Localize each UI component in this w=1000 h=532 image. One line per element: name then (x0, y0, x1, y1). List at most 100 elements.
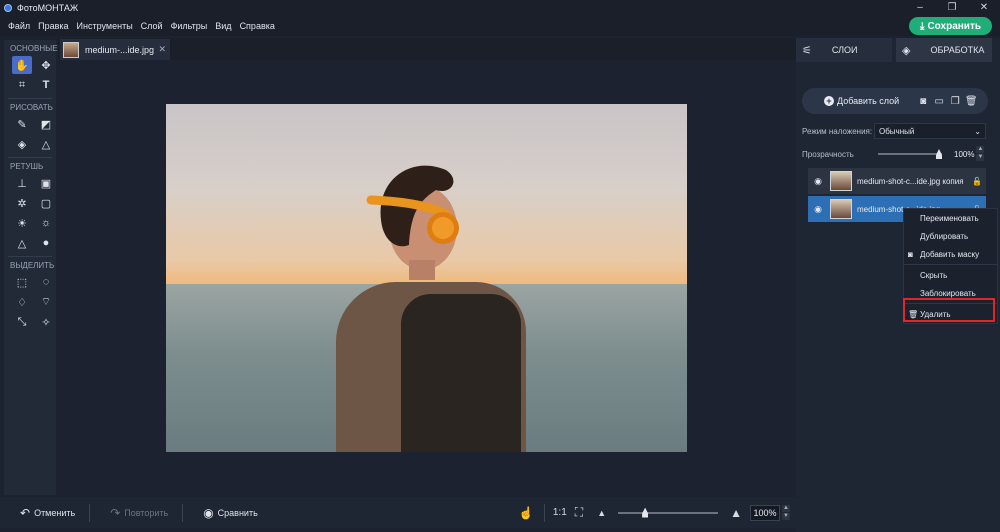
folder-icon[interactable]: ▭ (931, 96, 947, 107)
menu-item-add-mask[interactable]: ◙ Добавить маску (904, 245, 997, 263)
layer-thumbnail (830, 199, 852, 219)
zoom-out-icon[interactable]: ▲ (597, 508, 606, 518)
zoom-in-icon[interactable]: ▲ (730, 506, 742, 520)
tab-processing-label: ОБРАБОТКА (930, 45, 985, 55)
heal-icon[interactable]: ✲ (12, 194, 32, 212)
fit-screen-icon[interactable]: ⛶ (575, 505, 583, 520)
sharpen-icon[interactable]: △ (12, 234, 32, 252)
tab-close-icon[interactable]: ✕ (158, 44, 166, 55)
menu-tools[interactable]: Инструменты (77, 21, 133, 31)
menu-filters[interactable]: Фильтры (171, 21, 208, 31)
layer-name: medium-shot-c...ide.jpg копия (857, 176, 963, 186)
tool-section-title: ОСНОВНЫЕ (10, 44, 58, 53)
opacity-row: Прозрачность 100% ▲ ▼ (802, 146, 994, 162)
zoom-controls: ☝ 1:1 ⛶ ▲ ▲ 100% ▲ ▼ (519, 497, 790, 528)
hand-icon[interactable]: ✋ (12, 56, 32, 74)
redo-label: Повторить (124, 507, 169, 518)
blend-mode-row: Режим наложения: Обычный ⌄ (802, 123, 994, 139)
add-layer-button[interactable]: + Добавить слой (824, 96, 899, 106)
divider (904, 264, 997, 265)
lasso-icon[interactable]: ♢ (12, 293, 32, 311)
undo-label: Отменить (34, 507, 76, 518)
divider (182, 503, 184, 522)
divider (8, 98, 52, 99)
eye-icon[interactable]: ◉ (810, 176, 826, 187)
menu-layer[interactable]: Слой (141, 21, 163, 31)
document-tab-name: medium-...ide.jpg (85, 44, 155, 55)
menu-edit[interactable]: Правка (38, 21, 68, 31)
sun-icon[interactable]: ☀ (12, 214, 32, 232)
crop-icon[interactable]: ⌗ (12, 76, 32, 94)
compare-label: Сравнить (217, 507, 258, 518)
move-icon[interactable]: ✥ (36, 56, 56, 74)
opacity-label: Прозрачность (802, 149, 854, 159)
zoom-spinner[interactable]: ▲ ▼ (782, 504, 790, 521)
close-icon[interactable]: ✕ (968, 0, 1000, 16)
ellipse-select-icon[interactable]: ◌ (36, 273, 56, 291)
image-person-head (366, 165, 459, 280)
window-controls: – ❐ ✕ (904, 0, 1000, 16)
brush-icon[interactable]: ✎ (12, 115, 32, 133)
mask-icon[interactable]: ◙ (915, 96, 931, 107)
text-icon[interactable]: T (36, 76, 56, 94)
layer-item[interactable]: ◉ medium-shot-c...ide.jpg копия 🔓 (808, 168, 986, 194)
undo-button[interactable]: ↶ Отменить (20, 506, 75, 520)
opacity-slider-knob[interactable] (936, 149, 942, 159)
brightness-icon[interactable]: ☼ (36, 214, 56, 232)
app-logo-icon (4, 4, 12, 12)
drop-icon[interactable]: ● (36, 234, 56, 252)
tab-processing[interactable]: ◈ ОБРАБОТКА (896, 38, 992, 62)
tool-section-title: РЕТУШЬ (10, 162, 44, 171)
app-title: ФотоМОНТАЖ (17, 3, 79, 13)
menu-help[interactable]: Справка (240, 21, 275, 31)
mask-icon: ◙ (908, 249, 913, 259)
fill-icon[interactable]: ◈ (12, 135, 32, 153)
title-bar: ФотоМОНТАЖ – ❐ ✕ (0, 0, 1000, 16)
stamp-icon[interactable]: ⊥ (12, 174, 32, 192)
blend-mode-value: Обычный (879, 126, 915, 136)
shapes-icon[interactable]: △ (36, 135, 56, 153)
zoom-field[interactable]: 100% (750, 504, 780, 521)
divider (8, 256, 52, 257)
layer-thumbnail (830, 171, 852, 191)
eraser-icon[interactable]: ◩ (36, 115, 56, 133)
menu-view[interactable]: Вид (215, 21, 231, 31)
undo-icon: ↶ (20, 505, 31, 520)
zoom-slider[interactable] (618, 507, 719, 518)
trash-icon[interactable]: 🗑 (963, 96, 979, 107)
duplicate-icon[interactable]: ❐ (947, 96, 963, 107)
menu-item-duplicate[interactable]: Дублировать (904, 227, 997, 245)
patch-icon[interactable]: ▣ (36, 174, 56, 192)
tab-layers[interactable]: ⚟ СЛОИ (796, 38, 892, 62)
rect-select-icon[interactable]: ⬚ (12, 273, 32, 291)
opacity-slider[interactable] (878, 149, 942, 159)
ratio-button[interactable]: 1:1 (553, 507, 567, 518)
canvas-image[interactable] (166, 104, 687, 452)
tool-panel: ОСНОВНЫЕ ✋ ✥ ⌗ T РИСОВАТЬ ✎ ◩ ◈ △ РЕТУШЬ… (4, 40, 58, 495)
document-tab[interactable]: medium-...ide.jpg ✕ (60, 39, 170, 60)
magnetic-lasso-icon[interactable]: ⤡ (12, 313, 32, 331)
save-button[interactable]: ⤓ Сохранить (909, 17, 992, 35)
opacity-value[interactable]: 100% (954, 150, 974, 159)
magic-wand-icon[interactable]: ✧ (36, 313, 56, 331)
frame-icon[interactable]: ▢ (36, 194, 56, 212)
zoom-slider-knob[interactable] (642, 507, 649, 518)
bottom-bar: ↶ Отменить ↷ Повторить ◉ Сравнить ☝ 1:1 … (0, 497, 796, 528)
chevron-down-icon: ⌄ (974, 126, 981, 136)
panel-tabs: ⚟ СЛОИ ◈ ОБРАБОТКА (796, 38, 1000, 62)
compare-button[interactable]: ◉ Сравнить (203, 506, 258, 520)
menu-item-add-mask-label: Добавить маску (920, 249, 980, 259)
menu-file[interactable]: Файл (8, 21, 30, 31)
minimize-icon[interactable]: – (904, 0, 936, 16)
hand-pan-icon[interactable]: ☝ (519, 506, 534, 520)
blend-mode-select[interactable]: Обычный ⌄ (874, 123, 986, 139)
menu-item-hide[interactable]: Скрыть (904, 266, 997, 284)
maximize-icon[interactable]: ❐ (936, 0, 968, 16)
unlock-icon[interactable]: 🔓 (972, 177, 982, 186)
document-tabs: medium-...ide.jpg ✕ (58, 38, 796, 60)
eye-icon[interactable]: ◉ (810, 204, 826, 215)
opacity-spinner[interactable]: ▲ ▼ (976, 146, 985, 162)
poly-lasso-icon[interactable]: ⌔ (36, 293, 56, 311)
redo-button[interactable]: ↷ Повторить (110, 506, 168, 520)
menu-item-rename[interactable]: Переименовать (904, 209, 997, 227)
